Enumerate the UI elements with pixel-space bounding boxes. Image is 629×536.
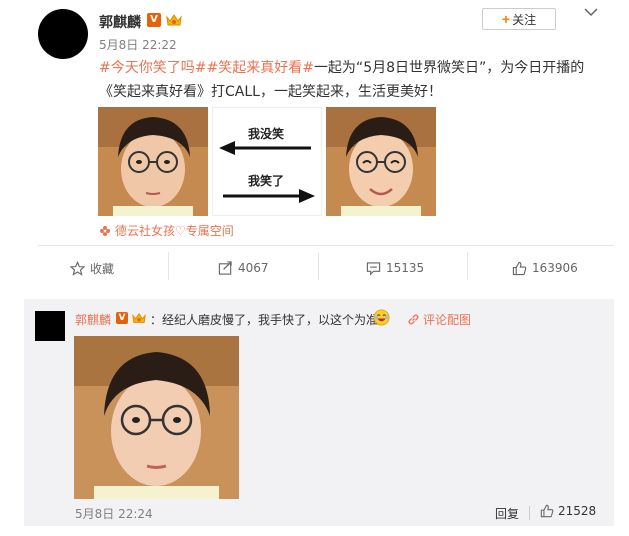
source-link[interactable]: 德云社女孩♡专属空间 — [99, 222, 234, 239]
laugh-emoji-icon — [373, 309, 390, 326]
comment-avatar[interactable] — [35, 311, 65, 341]
post-timestamp[interactable]: 5月8日 22:22 — [99, 36, 177, 53]
meme-bottom-text: 我笑了 — [248, 173, 284, 188]
crown-icon — [132, 312, 146, 323]
post-text: #今天你笑了吗##笑起来真好看#一起为“5月8日世界微笑日”，为今日开播的《笑起… — [99, 56, 609, 104]
comment-icon — [366, 261, 381, 275]
post-image-neutral[interactable] — [98, 107, 208, 216]
plus-icon: + — [501, 11, 511, 27]
separator — [529, 506, 530, 520]
follow-label: 关注 — [512, 12, 537, 27]
favorite-label: 收藏 — [90, 261, 115, 276]
crown-icon — [166, 14, 182, 26]
star-icon — [70, 260, 85, 276]
link-icon — [408, 314, 419, 325]
source-label: 德云社女孩♡专属空间 — [115, 224, 234, 238]
comment-verified-badge: V — [116, 312, 128, 324]
hashtag-link[interactable]: #笑起来真好看# — [206, 60, 313, 76]
comment-picture-label: 评论配图 — [423, 313, 472, 327]
comment-reply-button[interactable]: 回复 — [495, 505, 519, 522]
comment-image[interactable] — [74, 336, 239, 499]
repost-icon — [218, 260, 232, 275]
hashtag-link[interactable]: #今天你笑了吗# — [99, 60, 206, 76]
comment-count: 15135 — [386, 261, 425, 275]
like-count: 163906 — [532, 261, 578, 275]
separator — [318, 252, 319, 280]
verified-badge: V — [147, 13, 161, 27]
meme-top-text: 我没笑 — [248, 126, 284, 141]
separator — [168, 252, 169, 280]
post-image-meme[interactable]: 我没笑 我笑了 — [212, 107, 322, 216]
thumbs-up-icon — [512, 261, 527, 275]
flower-icon — [100, 225, 110, 236]
author-avatar[interactable] — [38, 9, 88, 59]
separator — [467, 252, 468, 280]
thumbs-up-icon — [540, 504, 554, 518]
comment-timestamp: 5月8日 22:24 — [75, 507, 153, 521]
comment-button[interactable]: 15135 — [366, 258, 424, 278]
like-button[interactable]: 163906 — [512, 258, 578, 278]
comment-text: ：经纪人磨皮慢了，我手快了，以这个为准 — [150, 313, 379, 327]
author-name[interactable]: 郭麒麟 — [99, 12, 141, 32]
repost-count: 4067 — [238, 261, 269, 275]
comment-picture-link[interactable]: 评论配图 — [407, 311, 471, 328]
favorite-button[interactable]: 收藏 — [70, 258, 114, 278]
post-image-smiling[interactable] — [326, 107, 436, 216]
comment-username[interactable]: 郭麒麟 — [75, 311, 111, 328]
chevron-down-icon[interactable] — [584, 7, 598, 17]
repost-button[interactable]: 4067 — [218, 258, 269, 278]
follow-button[interactable]: + 关注 — [482, 8, 556, 30]
divider — [38, 245, 614, 246]
comment-like-button[interactable]: 21528 — [540, 504, 596, 518]
comment-like-count: 21528 — [558, 504, 597, 518]
